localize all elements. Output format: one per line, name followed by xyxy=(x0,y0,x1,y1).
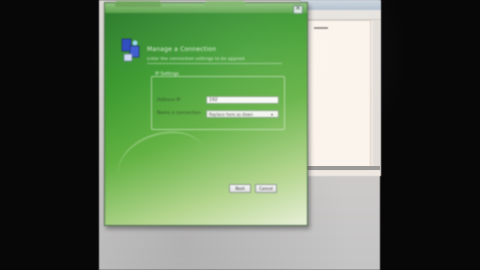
chevron-down-icon: ▾ xyxy=(271,112,274,117)
dialog-heading: Manage a Connection xyxy=(147,46,217,53)
dialog-subheading: Enter the connection settings to be appl… xyxy=(147,57,282,65)
next-button[interactable]: Next xyxy=(229,184,251,193)
decorative-swirl xyxy=(109,120,215,208)
background-window-scrollbar[interactable] xyxy=(373,20,381,170)
network-connector-icon xyxy=(121,38,140,62)
close-button[interactable]: × xyxy=(293,4,303,14)
connection-name-label: Name a connection xyxy=(157,111,201,116)
connection-name-select[interactable]: Replace here as down ▾ xyxy=(206,110,279,118)
subheading-divider xyxy=(147,63,282,64)
titlebar-tab xyxy=(205,1,245,7)
connection-name-value: Replace here as down xyxy=(209,112,253,117)
window-bottom-edge xyxy=(300,166,380,170)
ip-settings-group-title: IP Settings xyxy=(155,72,179,77)
background-text-line xyxy=(314,27,328,29)
ip-address-input[interactable]: 192 xyxy=(206,96,279,104)
background-window-content xyxy=(303,20,371,170)
connection-dialog: × Manage a Connection Enter the connecti… xyxy=(104,1,308,226)
ip-address-label: Address IP xyxy=(157,98,181,103)
background-window[interactable] xyxy=(300,0,381,176)
cancel-button[interactable]: Cancel xyxy=(255,184,277,193)
titlebar-tab xyxy=(115,1,161,7)
photo-frame: × Manage a Connection Enter the connecti… xyxy=(0,0,480,270)
background-window-titlebar[interactable] xyxy=(301,0,381,10)
close-icon: × xyxy=(295,4,301,12)
background-window-menubar xyxy=(301,10,381,20)
dialog-subheading-text: Enter the connection settings to be appl… xyxy=(147,57,245,62)
